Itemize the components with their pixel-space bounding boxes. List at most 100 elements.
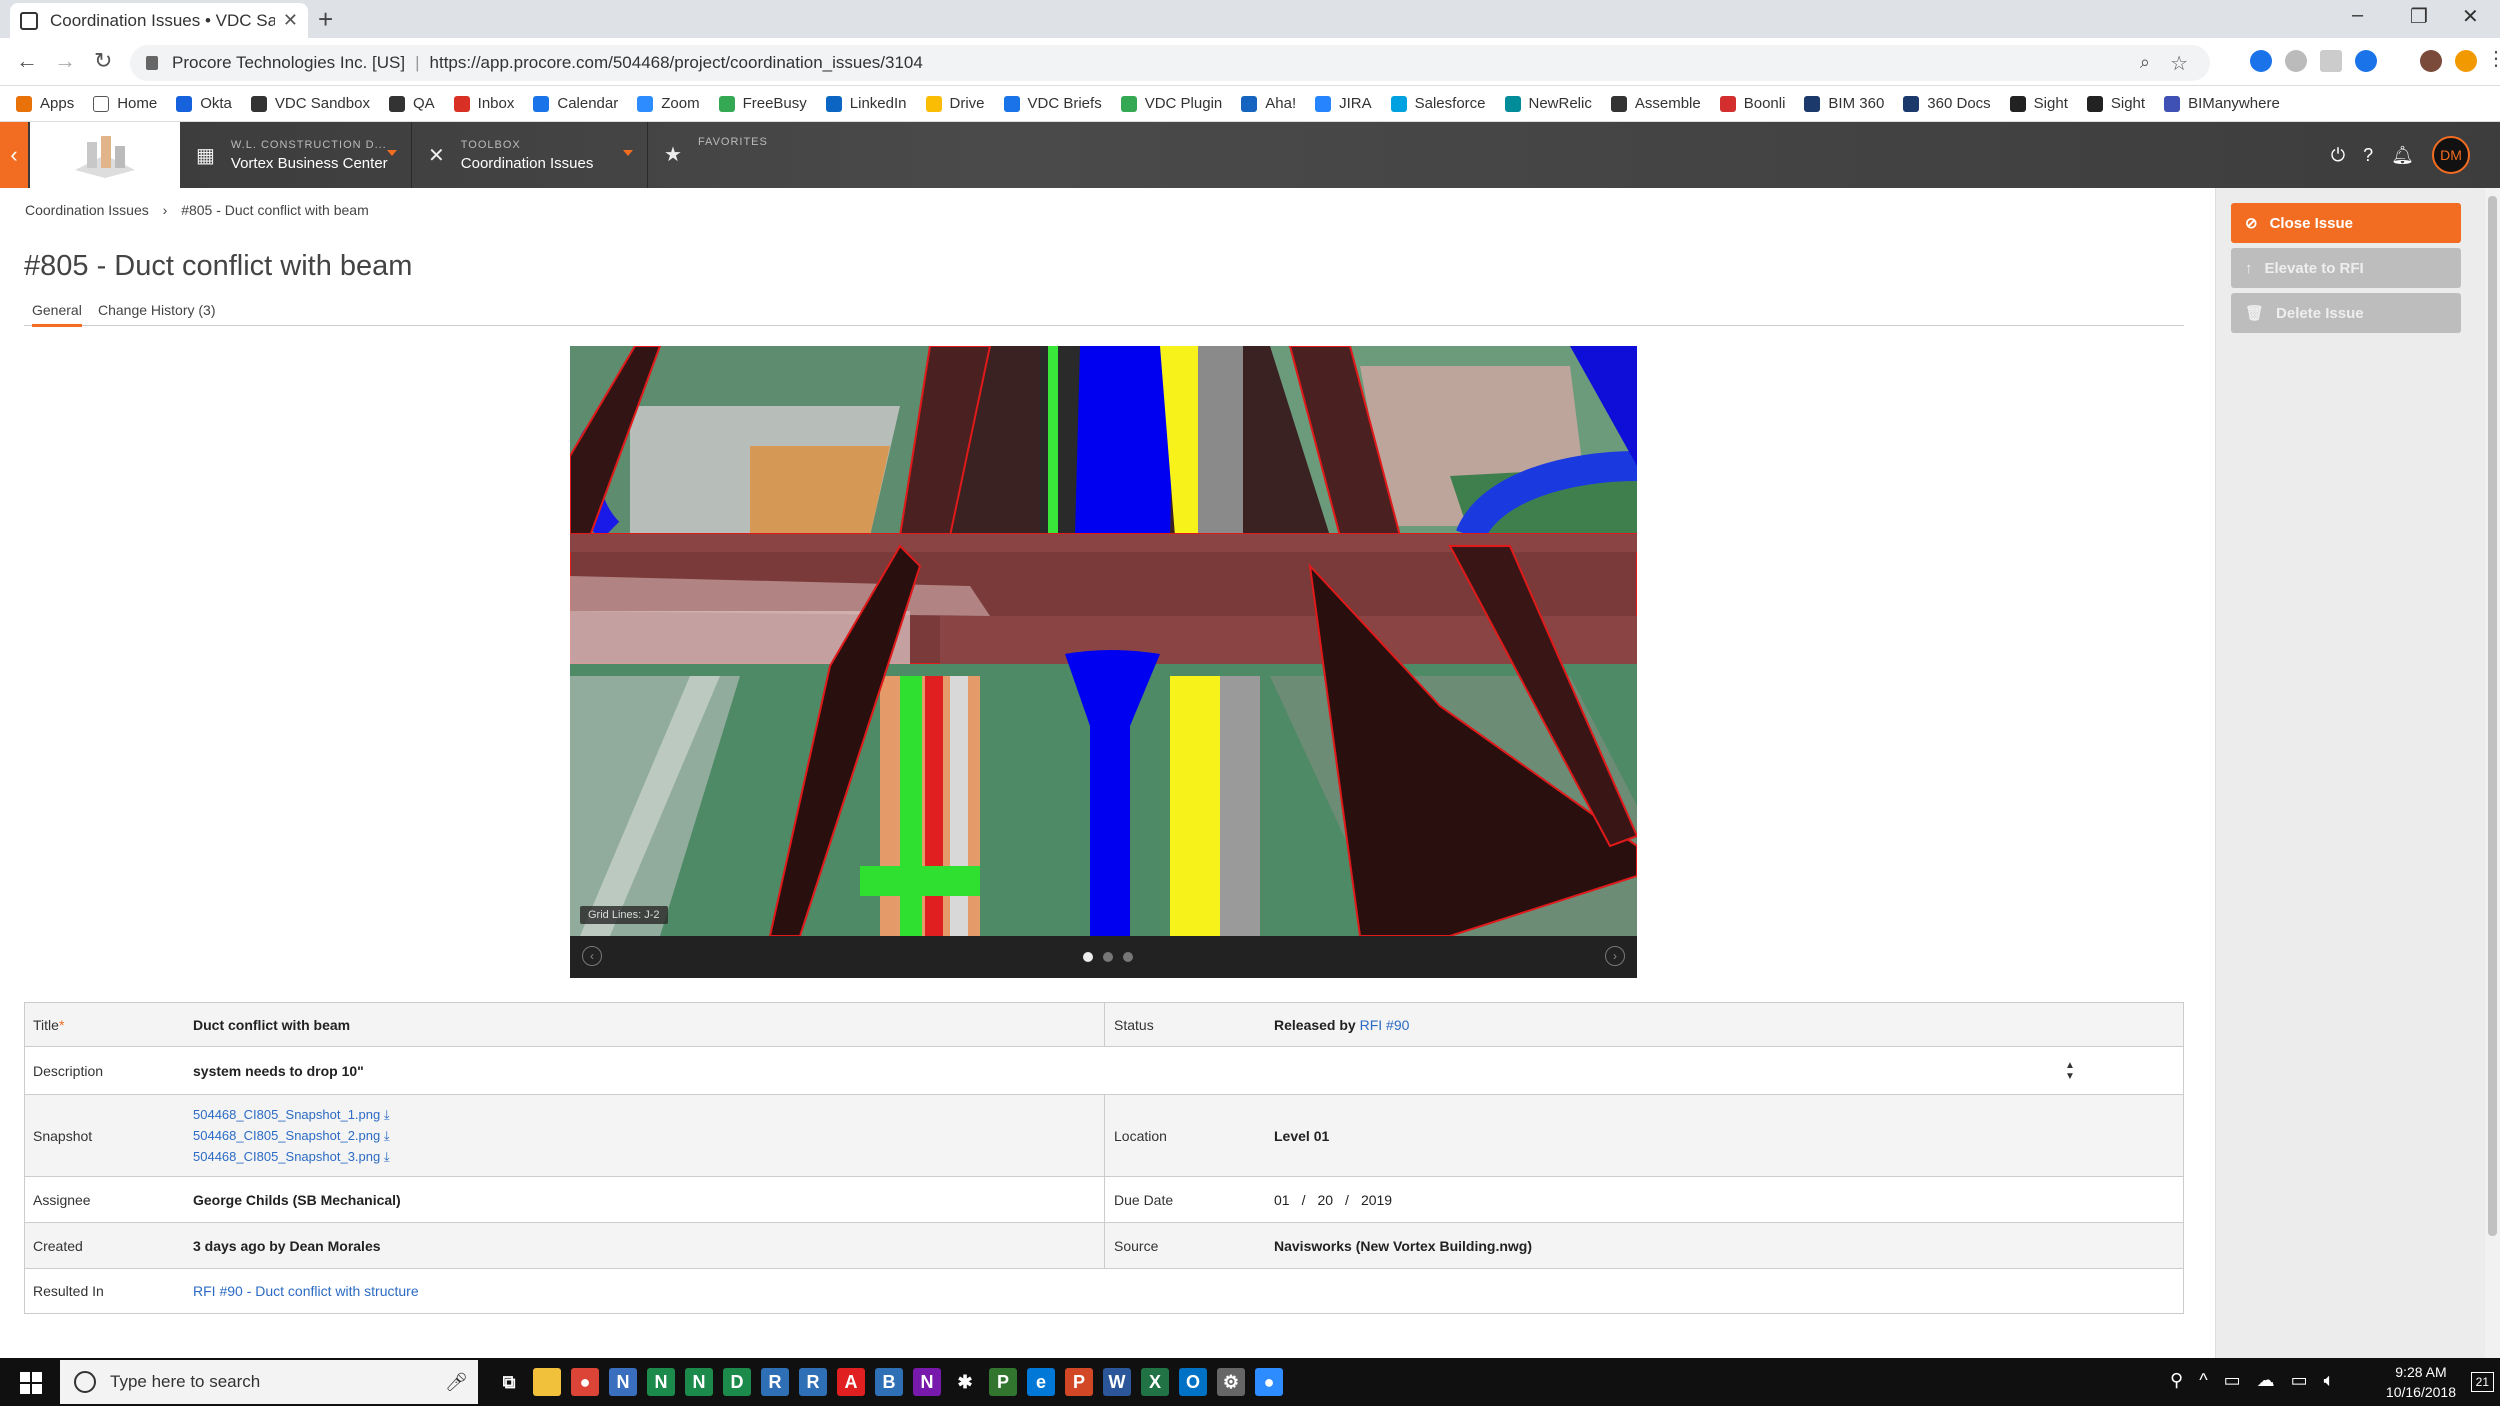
people-icon[interactable]: ⚲ xyxy=(2170,1370,2183,1391)
slide-dot[interactable] xyxy=(1103,952,1113,962)
bookmark-vdc-briefs[interactable]: VDC Briefs xyxy=(1003,95,1102,112)
battery-icon[interactable]: ▭ xyxy=(2224,1370,2241,1391)
cloud-icon[interactable]: ☁ xyxy=(2257,1370,2275,1391)
navisworks-icon[interactable]: N xyxy=(647,1368,675,1396)
onenote-icon[interactable]: N xyxy=(913,1368,941,1396)
powerpoint-icon[interactable]: P xyxy=(1065,1368,1093,1396)
microphone-icon[interactable]: 🎤︎ xyxy=(445,1372,468,1393)
user-avatar[interactable]: DM xyxy=(2432,136,2470,174)
chevron-up-icon[interactable]: ^ xyxy=(2199,1370,2207,1391)
bookmark-360-docs[interactable]: 360 Docs xyxy=(1903,95,1991,112)
tool-selector[interactable]: ✕ TOOLBOX Coordination Issues xyxy=(412,122,648,188)
bookmark-freebusy[interactable]: FreeBusy xyxy=(718,95,807,112)
bookmark-aha-[interactable]: Aha! xyxy=(1241,95,1296,112)
taskbar-search[interactable]: Type here to search 🎤︎ xyxy=(60,1360,478,1404)
forward-arrow-icon[interactable]: → xyxy=(54,48,76,74)
file-explorer-icon[interactable] xyxy=(533,1368,561,1396)
taskbar-clock[interactable]: 9:28 AM 10/16/2018 xyxy=(2386,1362,2456,1402)
profile-avatar[interactable] xyxy=(2420,50,2442,72)
task-view-icon[interactable]: ⧉ xyxy=(495,1368,523,1396)
bluebeam-icon[interactable]: B xyxy=(875,1368,903,1396)
chrome-icon[interactable]: ● xyxy=(571,1368,599,1396)
tab-general[interactable]: General xyxy=(32,302,82,327)
reload-icon[interactable]: ↻ xyxy=(94,48,112,74)
bookmark-newrelic[interactable]: NewRelic xyxy=(1504,95,1592,112)
bookmark-qa[interactable]: QA xyxy=(388,95,435,112)
tab-change-history[interactable]: Change History (3) xyxy=(98,302,216,318)
back-arrow-icon[interactable]: ← xyxy=(16,48,38,74)
bookmark-star-icon[interactable]: ☆ xyxy=(2170,51,2188,76)
zoom-magnifier-icon[interactable]: ⌕ xyxy=(2140,52,2150,73)
extension-icon[interactable] xyxy=(2250,50,2272,72)
word-icon[interactable]: W xyxy=(1103,1368,1131,1396)
slide-dot[interactable] xyxy=(1123,952,1133,962)
due-day[interactable]: 20 xyxy=(1317,1192,1333,1208)
project-icon[interactable]: P xyxy=(989,1368,1017,1396)
project-logo[interactable] xyxy=(30,122,180,188)
due-date-field[interactable]: 01 / 20 / 2019 xyxy=(1274,1177,1392,1222)
notification-center-icon[interactable]: 21 xyxy=(2470,1372,2494,1392)
extension-icon[interactable] xyxy=(2355,50,2377,72)
address-bar[interactable]: Procore Technologies Inc. [US] | https:/… xyxy=(130,45,2210,81)
onenote-n-icon[interactable]: N xyxy=(609,1368,637,1396)
extension-icon[interactable] xyxy=(2285,50,2307,72)
download-icon[interactable]: ⤓ xyxy=(384,1128,390,1143)
bookmark-assemble[interactable]: Assemble xyxy=(1610,95,1701,112)
update-icon[interactable] xyxy=(2455,50,2477,72)
revit-2-icon[interactable]: R xyxy=(799,1368,827,1396)
acrobat-icon[interactable]: A xyxy=(837,1368,865,1396)
bookmark-linkedin[interactable]: LinkedIn xyxy=(825,95,907,112)
snapshot-link[interactable]: 504468_CI805_Snapshot_2.png ⤓ xyxy=(193,1128,390,1144)
bookmark-inbox[interactable]: Inbox xyxy=(453,95,514,112)
windows-start-icon[interactable] xyxy=(20,1372,42,1394)
volume-icon[interactable]: 🔈︎ xyxy=(2324,1370,2335,1391)
previous-slide-icon[interactable]: ‹ xyxy=(582,946,602,966)
collapse-arrow-icon[interactable]: ‹ xyxy=(0,122,28,188)
edge-icon[interactable]: e xyxy=(1027,1368,1055,1396)
new-tab-icon[interactable]: + xyxy=(318,4,333,35)
next-slide-icon[interactable]: › xyxy=(1605,946,1625,966)
bookmark-bim-360[interactable]: BIM 360 xyxy=(1804,95,1884,112)
breadcrumb-root[interactable]: Coordination Issues xyxy=(25,202,149,218)
snapshot-link[interactable]: 504468_CI805_Snapshot_3.png ⤓ xyxy=(193,1149,390,1165)
status-rfi-link[interactable]: RFI #90 xyxy=(1360,1017,1410,1033)
download-icon[interactable]: ⤓ xyxy=(384,1107,390,1122)
minimize-icon[interactable]: – xyxy=(2352,4,2363,27)
due-month[interactable]: 01 xyxy=(1274,1192,1290,1208)
bookmark-apps[interactable]: Apps xyxy=(16,95,74,112)
download-icon[interactable]: ⤓ xyxy=(384,1149,390,1164)
bookmark-sight[interactable]: Sight xyxy=(2009,95,2068,112)
delete-issue-button[interactable]: 🗑︎ Delete Issue xyxy=(2231,293,2461,333)
page-scrollbar[interactable] xyxy=(2485,188,2500,1358)
bookmark-boonli[interactable]: Boonli xyxy=(1719,95,1785,112)
zoom-app-icon[interactable]: ● xyxy=(1255,1368,1283,1396)
close-issue-button[interactable]: ⊘ Close Issue xyxy=(2231,203,2461,243)
scrollbar-thumb[interactable] xyxy=(2488,196,2497,1236)
network-icon[interactable]: ▭ xyxy=(2291,1370,2308,1391)
dynamo-icon[interactable]: D xyxy=(723,1368,751,1396)
bookmark-zoom[interactable]: Zoom xyxy=(637,95,700,112)
notifications-bell-icon[interactable]: 🔔︎ xyxy=(2391,145,2414,166)
due-year[interactable]: 2019 xyxy=(1361,1192,1392,1208)
bookmark-calendar[interactable]: Calendar xyxy=(533,95,618,112)
resulted-in-link[interactable]: RFI #90 - Duct conflict with structure xyxy=(193,1269,419,1313)
restore-icon[interactable]: ❐ xyxy=(2410,4,2428,29)
snapshot-viewer[interactable]: Grid Lines: J-2 xyxy=(570,346,1637,936)
extension-icon[interactable] xyxy=(2320,50,2342,72)
company-selector[interactable]: ▦ W.L. CONSTRUCTION D... Vortex Business… xyxy=(180,122,412,188)
snapshot-link[interactable]: 504468_CI805_Snapshot_1.png ⤓ xyxy=(193,1107,390,1123)
bookmark-vdc-sandbox[interactable]: VDC Sandbox xyxy=(250,95,370,112)
excel-icon[interactable]: X xyxy=(1141,1368,1169,1396)
slack-icon[interactable]: ✱ xyxy=(951,1368,979,1396)
bookmark-home[interactable]: Home xyxy=(93,95,157,112)
bookmark-sight[interactable]: Sight xyxy=(2086,95,2145,112)
window-close-icon[interactable]: ✕ xyxy=(2462,4,2479,29)
revit-icon[interactable]: R xyxy=(761,1368,789,1396)
bookmark-jira[interactable]: JIRA xyxy=(1315,95,1372,112)
navisworks-manage-icon[interactable]: N xyxy=(685,1368,713,1396)
outlook-icon[interactable]: O xyxy=(1179,1368,1207,1396)
expand-stepper-icon[interactable]: ▲ ▼ xyxy=(2065,1047,2075,1094)
bookmark-salesforce[interactable]: Salesforce xyxy=(1390,95,1486,112)
bookmark-bimanywhere[interactable]: BIManywhere xyxy=(2164,95,2280,112)
help-icon[interactable]: ? xyxy=(2363,145,2373,166)
